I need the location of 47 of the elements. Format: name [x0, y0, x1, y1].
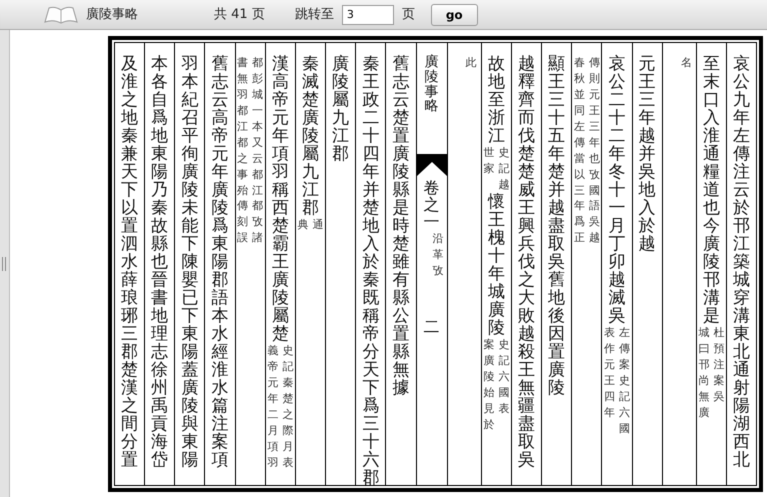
- annotation-text: 名: [680, 55, 692, 71]
- text-column: 秦王政二十四年并楚地入於秦既稱帝分天下爲三十六郡: [362, 55, 380, 488]
- goto-label: 跳转至: [294, 6, 334, 24]
- text-column: 哀公九年左傳注云於邗江築城穿溝東北通射陽湖西北: [733, 55, 750, 470]
- annotation-text: 史記秦楚之際月表: [282, 343, 294, 471]
- text-column: 漢高帝元年項羽稱西楚霸王廣陵屬楚: [272, 55, 289, 344]
- annotation-text: 典: [298, 217, 309, 234]
- text-column: 至末口入淮通糧道也今廣陵邗溝是: [702, 55, 720, 326]
- text-column: 懷王槐十年城廣陵: [488, 192, 505, 338]
- annotation-text: 城曰邗尚無廣: [698, 325, 710, 421]
- annotation-text: 此: [466, 55, 477, 71]
- text-column: 元王三年越并吳地入於越: [638, 55, 656, 254]
- annotation-text: 史記六國表: [498, 337, 510, 417]
- annotation-text: 表作元王四年: [604, 325, 615, 421]
- annotation-text: 春秋並同左傳當以三年爲正: [574, 55, 585, 246]
- go-button[interactable]: go: [430, 4, 478, 26]
- text-column: 哀公二十二年冬十一月丁卯越滅吳: [608, 55, 626, 326]
- text-column: 本各自爲地東陽乃秦故縣也晉書地理志徐州禹貢海岱: [151, 55, 168, 470]
- book-icon: [44, 6, 78, 24]
- book-title: 廣陵事略: [86, 6, 138, 24]
- text-column: 舊志云高帝元年廣陵爲東陽郡語本水經淮水篇注案項: [212, 55, 229, 470]
- annotation-text: 義帝元年二月項羽: [267, 343, 278, 471]
- annotation-text: 史記越: [498, 145, 510, 193]
- text-column: 故地至浙江: [488, 55, 505, 146]
- annotation-text: 案廣陵始見於: [483, 337, 494, 433]
- book-title: 廣陵事略: [424, 55, 439, 114]
- annotation-text: 世家: [483, 145, 494, 178]
- annotation-text: 傳則元王三年也攷國語吳越: [588, 55, 600, 246]
- page-count: 共 41 页: [214, 6, 265, 24]
- text-column: 秦滅楚廣陵屬九江郡: [302, 55, 320, 218]
- page-number: 二: [424, 318, 440, 336]
- annotation-text: 杜預注案吳: [713, 325, 724, 405]
- volume-title: 卷之一: [424, 180, 440, 232]
- annotation-text: 通: [312, 217, 324, 234]
- text-column: 羽本紀召平徇廣陵未能下陳嬰已下東陽蓋廣陵與東陽: [181, 55, 198, 470]
- splitter-handle-icon[interactable]: [2, 256, 7, 270]
- text-column: 顯王三十五年楚并越盡取吳舊地後因置廣陵: [548, 55, 566, 398]
- text-column: 舊志云楚置廣陵縣是時楚雖有縣公置縣無據: [392, 55, 410, 398]
- text-column: 及淮之地秦兼天下以置泗水薛琅琊三郡楚漢之間分置: [121, 55, 138, 470]
- page-input[interactable]: 3: [342, 4, 394, 24]
- section-title: 沿革攷: [432, 231, 444, 279]
- page-unit: 页: [402, 6, 415, 24]
- annotation-text: 書無羽都江都之事殆傳刻誤: [237, 55, 248, 246]
- text-column: 越釋齊而伐楚楚威王興兵伐之大敗越殺王無疆盡取吳: [518, 55, 535, 470]
- text-column: 廣陵屬九江郡: [332, 55, 350, 164]
- annotation-text: 左傳案史記六國: [618, 325, 630, 437]
- annotation-text: 都彭城一本又云都江都攷諸: [252, 55, 264, 246]
